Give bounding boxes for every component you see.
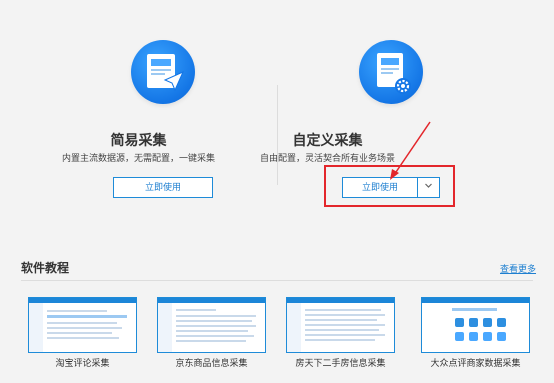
- document-send-icon: [131, 40, 195, 104]
- tutorial-card[interactable]: 大众点评商家数据采集: [421, 297, 530, 369]
- simple-use-button[interactable]: 立即使用: [113, 177, 213, 198]
- simple-collect-panel: 简易采集 内置主流数据源，无需配置，一键采集 立即使用: [0, 0, 277, 215]
- annotation-highlight-box: [324, 165, 455, 207]
- section-divider: [21, 280, 533, 281]
- tutorial-thumbnail: [421, 297, 530, 353]
- tutorial-label: 房天下二手房信息采集: [295, 358, 386, 368]
- tutorial-label: 大众点评商家数据采集: [430, 358, 521, 368]
- tutorial-card[interactable]: 淘宝评论采集: [28, 297, 137, 369]
- tutorial-label: 京东商品信息采集: [175, 358, 248, 368]
- tutorial-thumbnail: [286, 297, 395, 353]
- tutorial-card[interactable]: 京东商品信息采集: [157, 297, 266, 369]
- tutorials-heading: 软件教程: [21, 261, 70, 275]
- tutorial-thumbnail: [28, 297, 137, 353]
- tutorial-label: 淘宝评论采集: [55, 358, 110, 368]
- tutorial-thumbnail: [157, 297, 266, 353]
- tutorial-card[interactable]: 房天下二手房信息采集: [286, 297, 395, 369]
- document-settings-icon: [359, 40, 423, 104]
- view-more-link[interactable]: 查看更多: [500, 262, 536, 275]
